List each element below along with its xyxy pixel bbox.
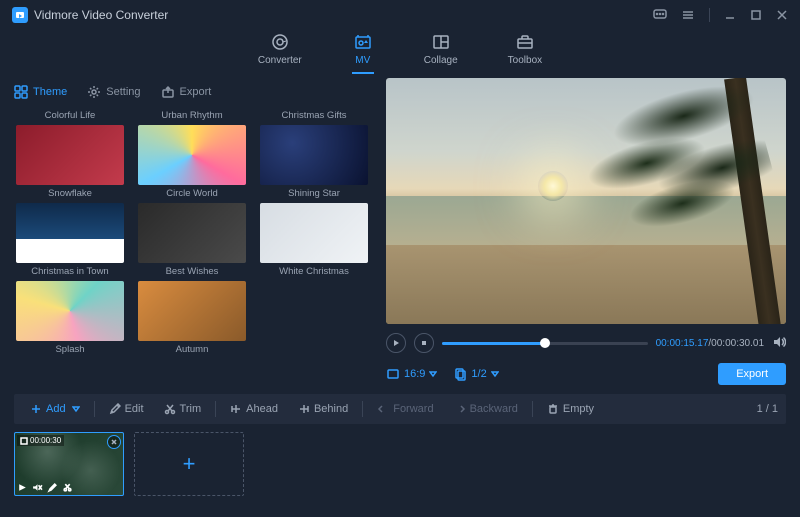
theme-circle-world[interactable]: Circle World	[136, 125, 248, 199]
converter-icon	[269, 32, 291, 52]
theme-christmas-gifts[interactable]: Christmas Gifts	[258, 110, 370, 121]
nav-converter[interactable]: Converter	[258, 32, 302, 72]
theme-shining-star[interactable]: Shining Star	[258, 125, 370, 199]
clip-mute-icon[interactable]	[32, 482, 43, 493]
page-selector[interactable]: 1/2	[453, 367, 498, 381]
theme-best-wishes[interactable]: Best Wishes	[136, 203, 248, 277]
ahead-button[interactable]: Ahead	[222, 400, 286, 418]
app-logo	[12, 7, 28, 23]
theme-icon	[14, 85, 28, 99]
aspect-ratio-selector[interactable]: 16:9	[386, 367, 437, 381]
chevron-down-icon	[429, 370, 437, 378]
export-icon	[161, 85, 175, 99]
pages-icon	[453, 367, 467, 381]
nav-mv[interactable]: MV	[352, 32, 374, 74]
chevron-down-icon	[491, 370, 499, 378]
subtab-theme[interactable]: Theme	[14, 85, 67, 99]
theme-colorful-life[interactable]: Colorful Life	[14, 110, 126, 121]
clip-trim-icon[interactable]	[62, 482, 73, 493]
time-display: 00:00:15.17/00:00:30.01	[656, 338, 764, 349]
trim-button[interactable]: Trim	[156, 400, 210, 418]
clip-edit-icon[interactable]	[47, 482, 58, 493]
collage-icon	[430, 32, 452, 52]
volume-icon[interactable]	[772, 335, 786, 352]
backward-button: Backward	[446, 400, 526, 418]
timeline-clip[interactable]: 00:00:30	[14, 432, 124, 496]
theme-autumn[interactable]: Autumn	[136, 281, 248, 355]
video-preview[interactable]	[386, 78, 786, 324]
minimize-button[interactable]	[724, 9, 736, 21]
add-clip-button[interactable]: +	[134, 432, 244, 496]
menu-icon[interactable]	[681, 8, 695, 22]
subtab-export[interactable]: Export	[161, 85, 212, 99]
forward-button: Forward	[369, 400, 441, 418]
clip-play-icon[interactable]	[17, 482, 28, 493]
nav-toolbox[interactable]: Toolbox	[508, 32, 542, 72]
subtab-setting[interactable]: Setting	[87, 85, 140, 99]
separator	[709, 8, 710, 22]
mv-icon	[352, 32, 374, 52]
feedback-icon[interactable]	[653, 8, 667, 22]
theme-snowflake[interactable]: Snowflake	[14, 125, 126, 199]
toolbox-icon	[514, 32, 536, 52]
close-button[interactable]	[776, 9, 788, 21]
stop-button[interactable]	[414, 333, 434, 353]
nav-collage[interactable]: Collage	[424, 32, 458, 72]
export-button[interactable]: Export	[718, 363, 786, 385]
theme-white-christmas[interactable]: White Christmas	[258, 203, 370, 277]
edit-button[interactable]: Edit	[101, 400, 152, 418]
clip-duration: 00:00:30	[17, 435, 64, 446]
maximize-button[interactable]	[750, 9, 762, 21]
add-button[interactable]: Add	[22, 400, 88, 418]
clip-remove-button[interactable]	[107, 435, 121, 449]
clip-pager: 1 / 1	[757, 403, 778, 415]
aspect-icon	[386, 367, 400, 381]
chevron-down-icon	[72, 405, 80, 413]
behind-button[interactable]: Behind	[290, 400, 356, 418]
empty-button[interactable]: Empty	[539, 400, 602, 418]
theme-christmas-in-town[interactable]: Christmas in Town	[14, 203, 126, 277]
theme-splash[interactable]: Splash	[14, 281, 126, 355]
setting-icon	[87, 85, 101, 99]
theme-urban-rhythm[interactable]: Urban Rhythm	[136, 110, 248, 121]
progress-bar[interactable]	[442, 342, 648, 345]
play-button[interactable]	[386, 333, 406, 353]
app-title: Vidmore Video Converter	[34, 8, 168, 22]
